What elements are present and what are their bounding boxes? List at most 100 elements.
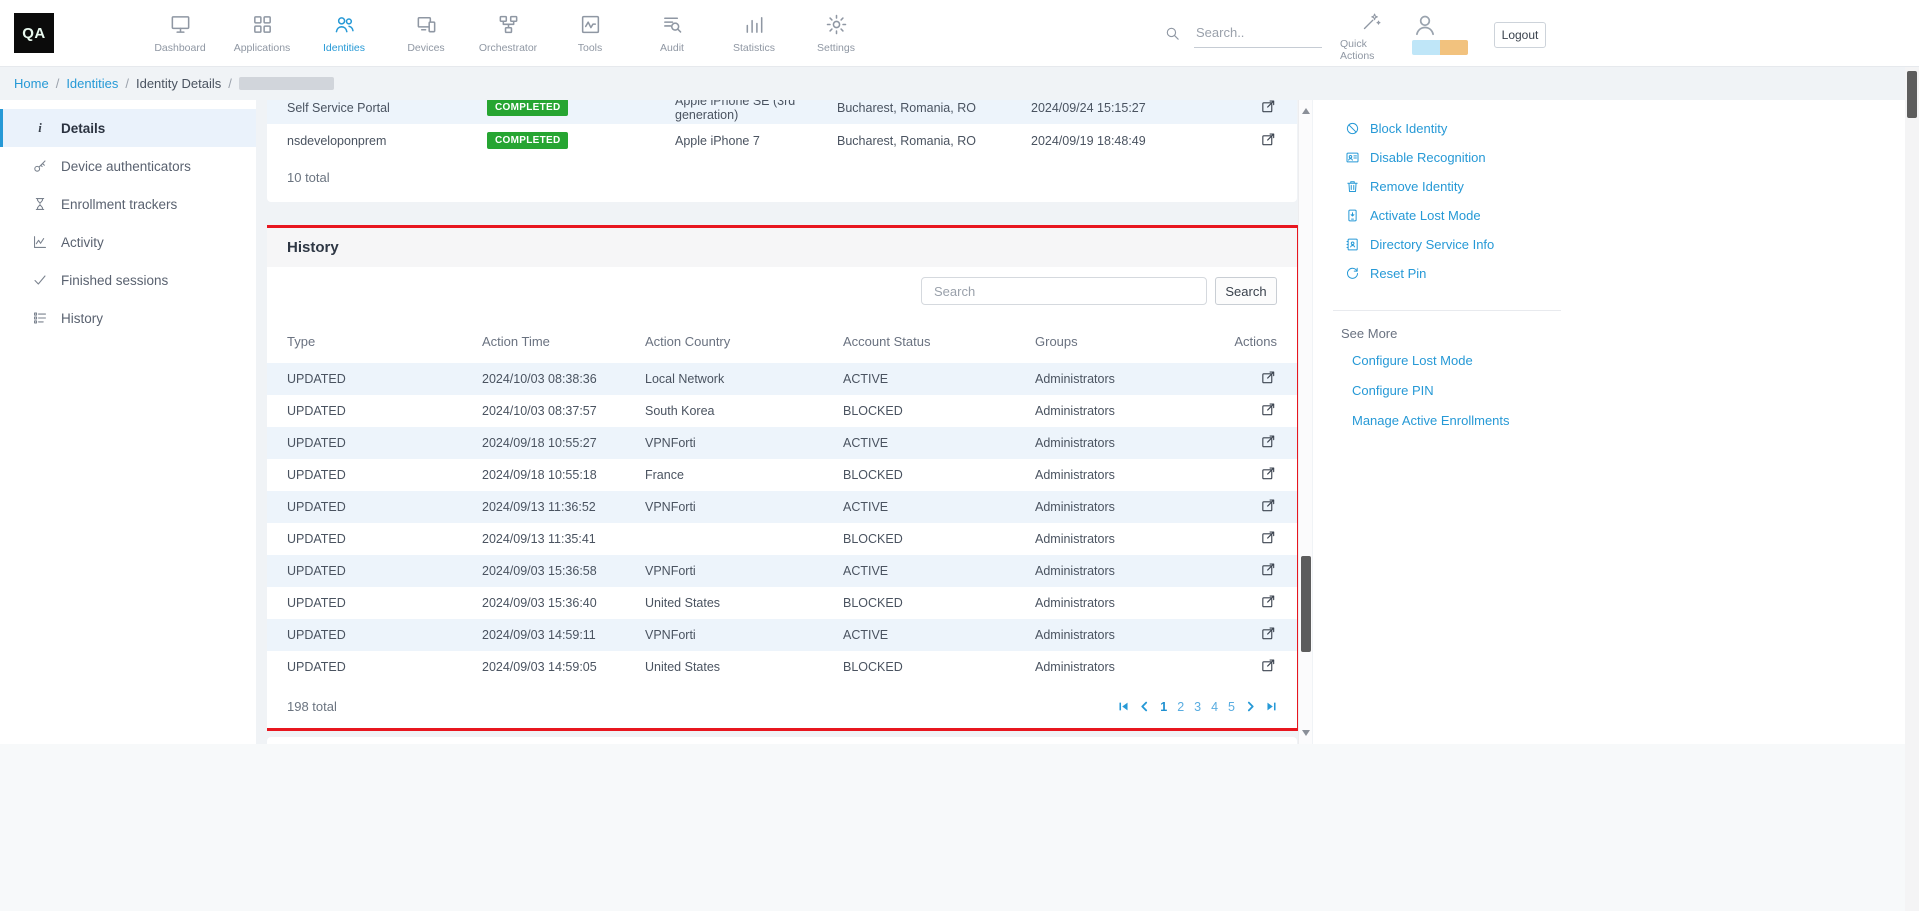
nav-item-statistics[interactable]: Statistics <box>713 0 795 67</box>
user-status-bar <box>1412 40 1468 55</box>
cell-action-country: France <box>645 468 843 482</box>
history-details-button[interactable] <box>1260 657 1277 674</box>
quick-actions-button[interactable]: Quick Actions <box>1340 11 1402 62</box>
history-details-button[interactable] <box>1260 625 1277 642</box>
action-block-identity[interactable]: Block Identity <box>1313 114 1905 143</box>
page-background <box>0 744 1919 911</box>
cell-action-time: 2024/09/03 14:59:05 <box>482 660 645 674</box>
link-configure-pin[interactable]: Configure PIN <box>1352 383 1905 398</box>
logout-button[interactable]: Logout <box>1494 22 1546 48</box>
session-details-button[interactable] <box>1260 100 1277 115</box>
action-remove-identity[interactable]: Remove Identity <box>1313 172 1905 201</box>
directory-icon <box>1345 237 1360 252</box>
cell-account-status: BLOCKED <box>843 532 1035 546</box>
audit-icon <box>661 13 684 36</box>
nav-item-devices[interactable]: Devices <box>385 0 467 67</box>
session-name: nsdeveloponprem <box>287 134 487 148</box>
history-row: UPDATED 2024/09/13 11:35:41 BLOCKED Admi… <box>267 523 1297 555</box>
sidebar-item-activity[interactable]: Activity <box>0 223 256 261</box>
history-row: UPDATED 2024/10/03 08:38:36 Local Networ… <box>267 363 1297 395</box>
history-details-button[interactable] <box>1260 529 1277 546</box>
breadcrumb-item-identities[interactable]: Identities <box>66 76 118 91</box>
action-directory-service-info[interactable]: Directory Service Info <box>1313 230 1905 259</box>
nav-item-applications[interactable]: Applications <box>221 0 303 67</box>
global-search-input[interactable] <box>1194 23 1322 48</box>
redacted-identity-name <box>239 77 334 90</box>
pagination-page-3[interactable]: 3 <box>1194 700 1201 714</box>
tools-icon <box>579 13 602 36</box>
action-disable-recognition[interactable]: Disable Recognition <box>1313 143 1905 172</box>
link-manage-active-enrollments[interactable]: Manage Active Enrollments <box>1352 413 1905 428</box>
pagination-page-5[interactable]: 5 <box>1228 700 1235 714</box>
search-icon[interactable] <box>1164 25 1181 42</box>
action-reset-pin[interactable]: Reset Pin <box>1313 259 1905 288</box>
cell-action-time: 2024/09/18 10:55:27 <box>482 436 645 450</box>
action-activate-lost-mode[interactable]: Activate Lost Mode <box>1313 201 1905 230</box>
pagination-page-2[interactable]: 2 <box>1177 700 1184 714</box>
pagination-last-button[interactable] <box>1266 701 1277 712</box>
nav-item-identities[interactable]: Identities <box>303 0 385 67</box>
cell-type: UPDATED <box>287 436 482 450</box>
history-details-button[interactable] <box>1260 561 1277 578</box>
cell-groups: Administrators <box>1035 372 1222 386</box>
session-name: Self Service Portal <box>287 101 487 115</box>
nav-item-audit[interactable]: Audit <box>631 0 713 67</box>
history-search-button[interactable]: Search <box>1215 277 1277 305</box>
history-details-button[interactable] <box>1260 593 1277 610</box>
sidebar-item-enrollment-trackers[interactable]: Enrollment trackers <box>0 185 256 223</box>
window-scrollbar-thumb[interactable] <box>1907 71 1917 118</box>
session-device: Apple iPhone SE (3rd generation) <box>675 100 837 122</box>
nav-item-label: Dashboard <box>154 42 205 54</box>
history-details-button[interactable] <box>1260 497 1277 514</box>
statistics-icon <box>743 13 766 36</box>
sidebar-item-history[interactable]: History <box>0 299 256 337</box>
breadcrumb-item-home[interactable]: Home <box>14 76 49 91</box>
breadcrumb: Home/Identities/Identity Details/ <box>0 67 1919 100</box>
action-label: Reset Pin <box>1370 266 1426 281</box>
nav-item-settings[interactable]: Settings <box>795 0 877 67</box>
history-details-button[interactable] <box>1260 465 1277 482</box>
pagination-page-1[interactable]: 1 <box>1160 700 1167 714</box>
pagination-first-button[interactable] <box>1118 701 1129 712</box>
cell-type: UPDATED <box>287 596 482 610</box>
sessions-card: Self Service Portal COMPLETED Apple iPho… <box>267 100 1297 202</box>
sessions-total: 10 total <box>267 157 1297 202</box>
sidebar-item-finished-sessions[interactable]: Finished sessions <box>0 261 256 299</box>
pagination-prev-button[interactable] <box>1139 701 1150 712</box>
history-details-button[interactable] <box>1260 401 1277 418</box>
user-menu[interactable] <box>1412 12 1468 55</box>
content-scrollbar[interactable] <box>1298 100 1312 744</box>
sidebar-item-device-authenticators[interactable]: Device authenticators <box>0 147 256 185</box>
cell-action-time: 2024/09/03 15:36:40 <box>482 596 645 610</box>
scrollbar-down-arrow-icon[interactable] <box>1302 730 1310 736</box>
nav-item-label: Identities <box>323 42 365 54</box>
list-icon <box>32 310 48 326</box>
history-details-button[interactable] <box>1260 369 1277 386</box>
settings-icon <box>825 13 848 36</box>
breadcrumb-separator: / <box>125 76 129 91</box>
app-logo[interactable]: QA <box>14 13 54 53</box>
cell-account-status: BLOCKED <box>843 596 1035 610</box>
lost-mode-icon <box>1345 208 1360 223</box>
history-row: UPDATED 2024/09/18 10:55:27 VPNForti ACT… <box>267 427 1297 459</box>
history-total: 198 total <box>287 699 337 714</box>
window-scrollbar[interactable] <box>1905 67 1919 911</box>
history-table-header: TypeAction TimeAction CountryAccount Sta… <box>267 319 1297 363</box>
scrollbar-up-arrow-icon[interactable] <box>1302 108 1310 114</box>
cell-action-time: 2024/10/03 08:38:36 <box>482 372 645 386</box>
pagination-page-4[interactable]: 4 <box>1211 700 1218 714</box>
nav-item-orchestrator[interactable]: Orchestrator <box>467 0 549 67</box>
session-details-button[interactable] <box>1260 131 1277 148</box>
cell-action-country: VPNForti <box>645 564 843 578</box>
action-label: Disable Recognition <box>1370 150 1486 165</box>
sidebar-item-details[interactable]: i Details <box>0 109 256 147</box>
pagination-next-button[interactable] <box>1245 701 1256 712</box>
link-configure-lost-mode[interactable]: Configure Lost Mode <box>1352 353 1905 368</box>
nav-item-dashboard[interactable]: Dashboard <box>139 0 221 67</box>
history-search-input[interactable] <box>921 277 1207 305</box>
nav-item-tools[interactable]: Tools <box>549 0 631 67</box>
content-scrollbar-thumb[interactable] <box>1301 556 1311 652</box>
sidebar-item-label: History <box>61 311 103 326</box>
history-details-button[interactable] <box>1260 433 1277 450</box>
nav-item-label: Audit <box>660 42 684 54</box>
